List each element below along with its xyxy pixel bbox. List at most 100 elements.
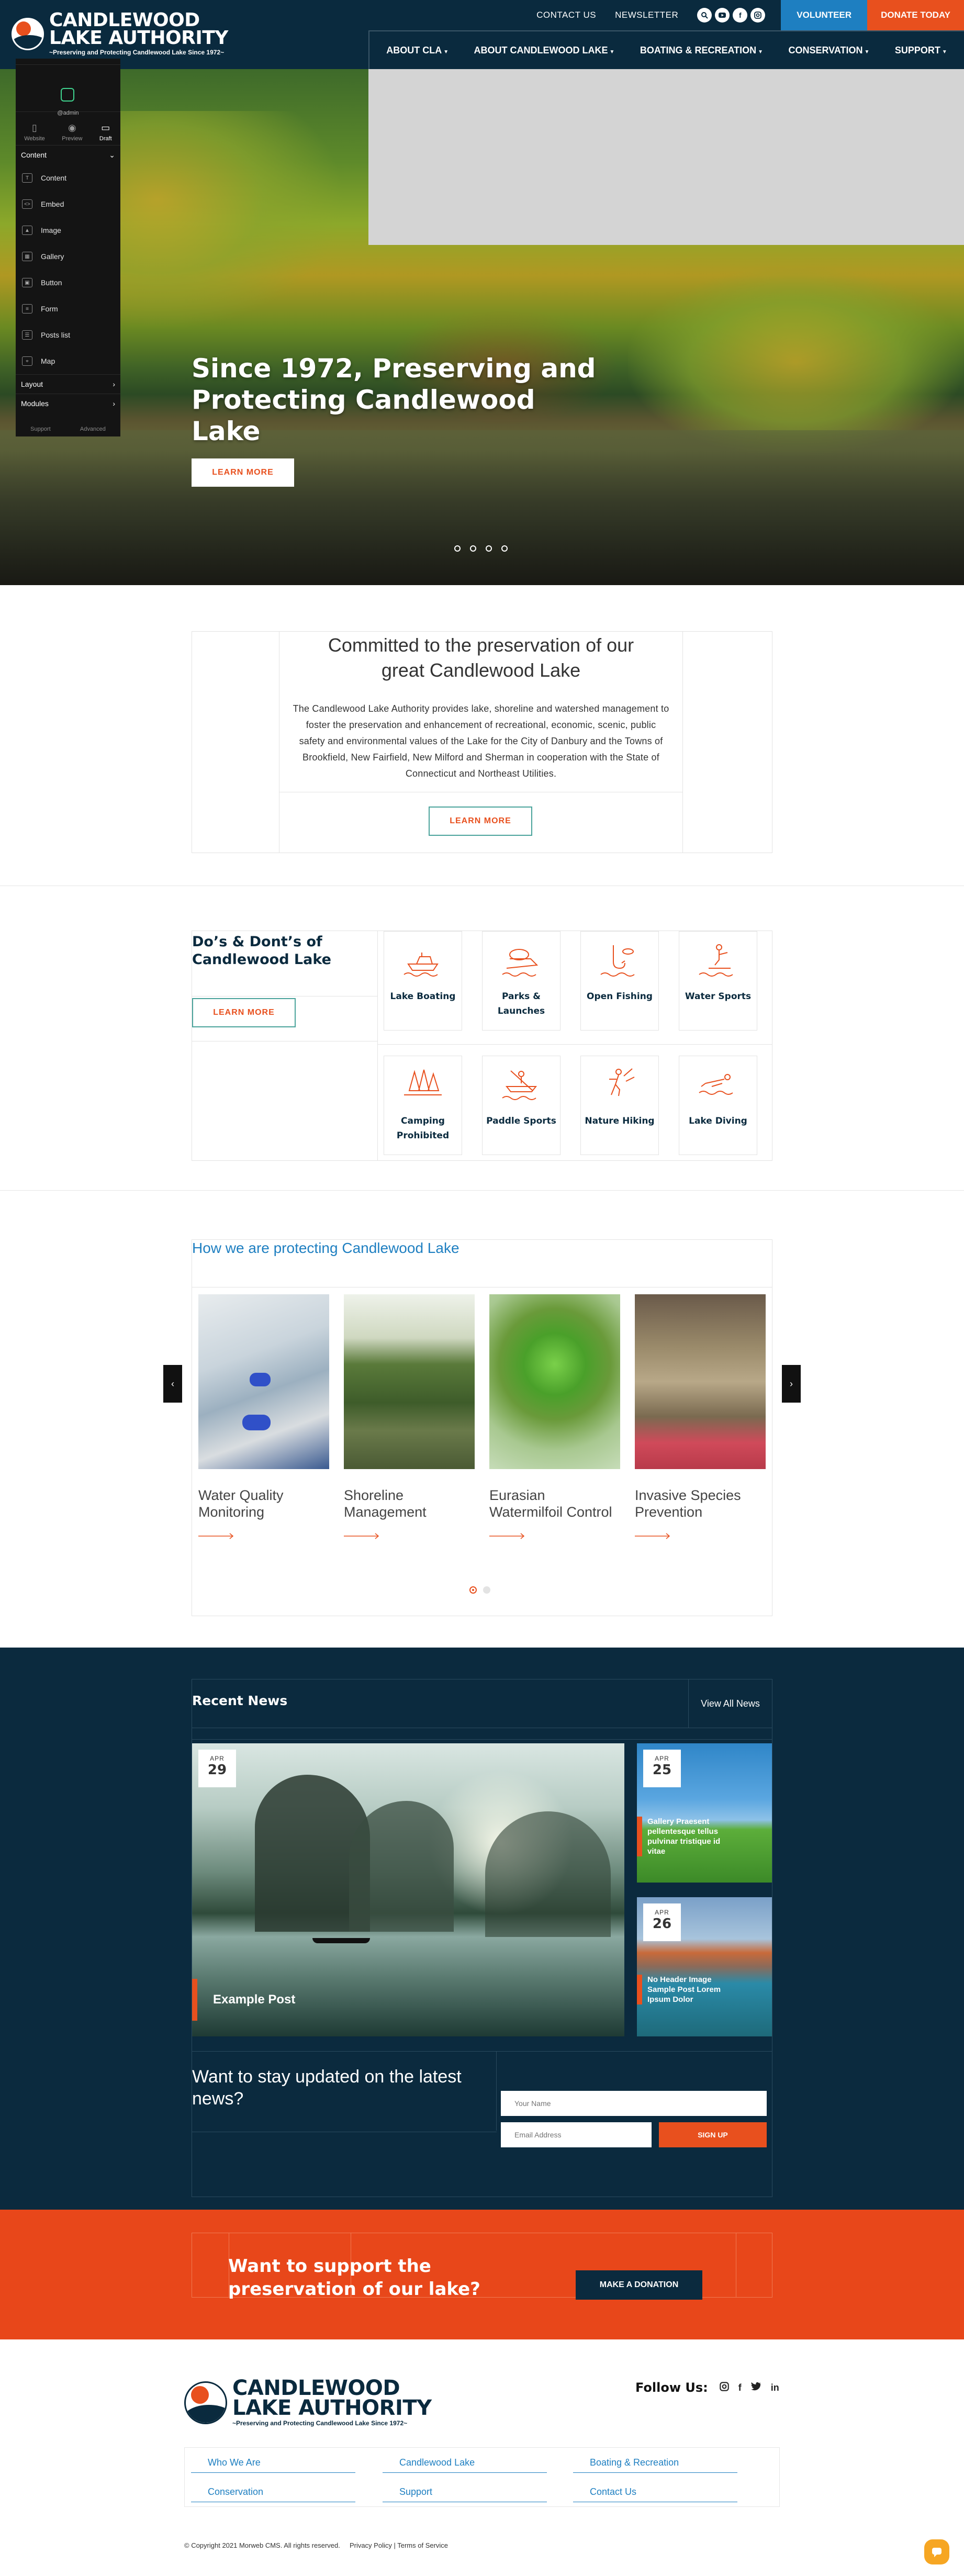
name-input[interactable] [501, 2091, 767, 2116]
program-card[interactable]: Water Quality Monitoring [198, 1294, 329, 1542]
mode-preview[interactable]: ◉ Preview [62, 122, 82, 142]
slider-dot[interactable] [470, 545, 476, 552]
news-post-featured[interactable]: APR 29 Example Post [192, 1743, 624, 2036]
logo-line2: LAKE AUTHORITY [232, 2396, 432, 2420]
privacy-policy-link[interactable]: Privacy Policy [350, 2541, 392, 2549]
nav-conservation[interactable]: CONSERVATION ▼ [789, 45, 870, 56]
nav-about-candlewood-lake[interactable]: ABOUT CANDLEWOOD LAKE ▼ [474, 45, 615, 56]
mode-website[interactable]: ▯ Website [24, 122, 45, 142]
newsletter-link[interactable]: NEWSLETTER [615, 10, 678, 20]
linkedin-icon[interactable]: in [771, 2382, 779, 2393]
sign-up-button[interactable]: SIGN UP [659, 2122, 767, 2147]
nav-boating-recreation[interactable]: BOATING & RECREATION ▼ [640, 45, 763, 56]
activity-card[interactable]: Lake Boating [384, 931, 462, 1031]
footer-logo[interactable]: CANDLEWOOD LAKE AUTHORITY ~Preserving an… [184, 2378, 432, 2427]
program-card[interactable]: Shoreline Management [344, 1294, 475, 1542]
site-logo[interactable]: CANDLEWOOD LAKE AUTHORITY ~Preserving an… [12, 11, 228, 56]
editor-item-label: Form [41, 305, 58, 313]
editor-advanced-link[interactable]: Advanced [80, 426, 106, 432]
editor-item-posts-list[interactable]: ☰ Posts list [16, 322, 120, 348]
editor-support-link[interactable]: Support [30, 426, 51, 432]
activity-card[interactable]: Camping Prohibited [384, 1056, 462, 1155]
email-input[interactable] [501, 2122, 652, 2147]
editor-section-layout[interactable]: Layout › [16, 374, 120, 394]
hero-learn-more-button[interactable]: LEARN MORE [192, 458, 294, 487]
footer-link[interactable]: Who We Are [191, 2457, 355, 2473]
caret-down-icon: ▼ [609, 49, 615, 55]
twitter-icon[interactable] [750, 2382, 761, 2394]
carousel-prev-button[interactable]: ‹ [163, 1365, 182, 1403]
footer-link[interactable]: Conservation [191, 2487, 355, 2502]
activity-card[interactable]: Lake Diving [679, 1056, 757, 1155]
donate-today-button[interactable]: DONATE TODAY [867, 0, 964, 30]
editor-item-label: Button [41, 278, 62, 287]
instagram-icon[interactable] [720, 2381, 729, 2394]
newsletter-signup: Want to stay updated on the latest news? [192, 2051, 497, 2131]
mode-draft[interactable]: ▭ Draft [99, 122, 112, 142]
list-icon: ☰ [22, 330, 32, 340]
volunteer-button[interactable]: VOLUNTEER [781, 0, 868, 30]
carousel-next-button[interactable]: › [782, 1365, 801, 1403]
main-nav: ABOUT CLA ▼ ABOUT CANDLEWOOD LAKE ▼ BOATIN… [368, 30, 964, 69]
program-title: Water Quality Monitoring [198, 1487, 284, 1520]
editor-section-content[interactable]: Content ⌄ [16, 145, 120, 165]
news-post[interactable]: APR 25 Gallery Praesent pellentesque tel… [637, 1743, 772, 1883]
embedded-video-placeholder[interactable] [368, 69, 964, 245]
nav-about-cla[interactable]: ABOUT CLA ▼ [386, 45, 449, 56]
eye-icon: ◉ [68, 122, 76, 133]
facebook-icon[interactable]: f [738, 2382, 742, 2393]
slider-dot[interactable] [501, 545, 508, 552]
program-title: Eurasian Watermilfoil Control [489, 1487, 612, 1520]
facebook-icon[interactable]: f [733, 8, 748, 23]
editor-item-map[interactable]: ⌖ Map [16, 348, 120, 374]
logo-tagline: ~Preserving and Protecting Candlewood La… [49, 49, 225, 56]
dos-donts-section: Do’s & Dont’s of Candlewood Lake LEARN M… [192, 931, 772, 1161]
activity-card[interactable]: Parks & Launches [482, 931, 561, 1031]
carousel-dot[interactable] [469, 1586, 477, 1594]
footer-link[interactable]: Boating & Recreation [573, 2457, 737, 2473]
fishing-icon [600, 945, 635, 977]
editor-item-button[interactable]: ▣ Button [16, 270, 120, 296]
activity-card[interactable]: Open Fishing [580, 931, 659, 1031]
nav-label: ABOUT CANDLEWOOD LAKE [474, 44, 608, 55]
activity-card[interactable]: Nature Hiking [580, 1056, 659, 1155]
view-all-news-link[interactable]: View All News [688, 1679, 772, 1728]
instagram-icon[interactable] [750, 8, 766, 23]
program-card[interactable]: Eurasian Watermilfoil Control [489, 1294, 620, 1542]
hero-lake-reflection [0, 430, 964, 585]
make-donation-button[interactable]: MAKE A DONATION [576, 2270, 702, 2300]
editor-drag-handle[interactable] [16, 59, 120, 65]
editor-item-image[interactable]: ▲ Image [16, 217, 120, 243]
post-date: APR 25 [643, 1750, 681, 1787]
caret-down-icon: ▼ [864, 49, 870, 55]
slider-dot[interactable] [486, 545, 492, 552]
divider [377, 1044, 772, 1045]
carousel-dot[interactable] [483, 1586, 490, 1594]
editor-item-gallery[interactable]: ▦ Gallery [16, 243, 120, 270]
editor-item-form[interactable]: ≡ Form [16, 296, 120, 322]
footer-link[interactable]: Support [383, 2487, 547, 2502]
editor-section-modules[interactable]: Modules › [16, 394, 120, 413]
nav-support[interactable]: SUPPORT ▼ [895, 45, 947, 56]
editor-item-label: Embed [41, 200, 64, 208]
terms-of-service-link[interactable]: Terms of Service [397, 2541, 448, 2549]
editor-item-label: Gallery [41, 252, 64, 261]
slider-dot[interactable] [454, 545, 461, 552]
editor-item-content[interactable]: T Content [16, 165, 120, 191]
user-avatar-icon[interactable] [61, 88, 74, 102]
footer-link[interactable]: Candlewood Lake [383, 2457, 547, 2473]
footer-link[interactable]: Contact Us [573, 2487, 737, 2502]
contact-us-link[interactable]: CONTACT US [536, 10, 596, 20]
youtube-icon[interactable] [715, 8, 730, 23]
search-icon[interactable] [697, 8, 712, 23]
dos-donts-learn-more-button[interactable]: LEARN MORE [192, 998, 296, 1027]
activity-card[interactable]: Water Sports [679, 931, 757, 1031]
dos-donts-heading: Do’s & Dont’s of Candlewood Lake [192, 934, 331, 968]
chat-widget-button[interactable] [924, 2539, 949, 2564]
editor-item-embed[interactable]: <> Embed [16, 191, 120, 217]
commitment-learn-more-button[interactable]: LEARN MORE [429, 807, 532, 836]
program-card[interactable]: Invasive Species Prevention [635, 1294, 766, 1542]
news-post[interactable]: APR 26 No Header Image Sample Post Lorem… [637, 1897, 772, 2036]
post-month: APR [210, 1755, 225, 1762]
activity-card[interactable]: Paddle Sports [482, 1056, 561, 1155]
